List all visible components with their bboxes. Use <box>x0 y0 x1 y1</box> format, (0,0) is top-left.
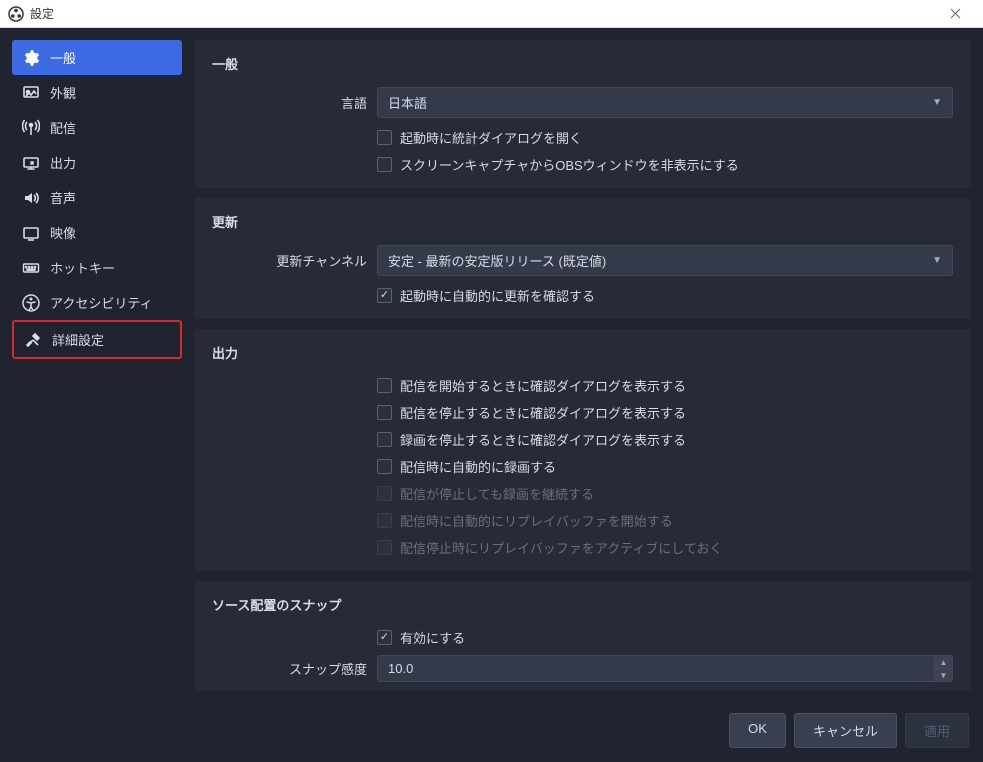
section-title: 更新 <box>212 212 953 231</box>
spinbox-down-button[interactable]: ▼ <box>934 669 952 681</box>
checkbox-label[interactable]: 配信を開始するときに確認ダイアログを表示する <box>400 376 686 395</box>
footer: OK キャンセル 適用 <box>0 703 983 762</box>
sidebar-item-appearance[interactable]: 外観 <box>12 75 182 110</box>
sidebar-item-label: 出力 <box>50 153 76 172</box>
checkbox-keep-replay-active-on-stop <box>377 540 392 555</box>
appearance-icon <box>22 84 40 102</box>
sidebar-item-label: 一般 <box>50 48 76 67</box>
close-button[interactable] <box>935 0 975 28</box>
sidebar-item-hotkeys[interactable]: ホットキー <box>12 250 182 285</box>
section-snapping: ソース配置のスナップ 有効にする スナップ感度 10.0 ▲ ▼ <box>194 581 971 691</box>
sidebar: 一般 外観 配信 出力 音声 映像 <box>12 40 182 691</box>
checkbox-stats-on-startup[interactable] <box>377 130 392 145</box>
video-icon <box>22 224 40 242</box>
section-general: 一般 言語 日本語 ▼ 起動時に統計ダイアログを開く <box>194 40 971 188</box>
sidebar-item-audio[interactable]: 音声 <box>12 180 182 215</box>
sidebar-item-output[interactable]: 出力 <box>12 145 182 180</box>
sidebar-item-stream[interactable]: 配信 <box>12 110 182 145</box>
checkbox-auto-record-on-stream[interactable] <box>377 459 392 474</box>
checkbox-label: 配信が停止しても録画を継続する <box>400 484 594 503</box>
sidebar-item-label: ホットキー <box>50 258 115 277</box>
update-channel-label: 更新チャンネル <box>212 251 367 270</box>
checkbox-confirm-stream-start[interactable] <box>377 378 392 393</box>
checkbox-label[interactable]: 配信時に自動的に録画する <box>400 457 556 476</box>
section-title: 出力 <box>212 343 953 362</box>
language-label: 言語 <box>212 93 367 112</box>
cancel-button[interactable]: キャンセル <box>794 713 897 748</box>
accessibility-icon <box>22 294 40 312</box>
output-icon <box>22 154 40 172</box>
spinbox-up-button[interactable]: ▲ <box>934 656 952 669</box>
section-title: ソース配置のスナップ <box>212 595 953 614</box>
section-output: 出力 配信を開始するときに確認ダイアログを表示する 配信を停止するときに確認ダイ… <box>194 329 971 571</box>
checkbox-label[interactable]: 起動時に自動的に更新を確認する <box>400 286 595 305</box>
sidebar-item-label: 配信 <box>50 118 76 137</box>
checkbox-confirm-record-stop[interactable] <box>377 432 392 447</box>
select-value: 安定 - 最新の安定版リリース (既定値) <box>388 251 606 270</box>
language-select[interactable]: 日本語 ▼ <box>377 87 953 118</box>
close-icon <box>950 8 961 19</box>
section-title: 一般 <box>212 54 953 73</box>
update-channel-select[interactable]: 安定 - 最新の安定版リリース (既定値) ▼ <box>377 245 953 276</box>
checkbox-label: 配信停止時にリプレイバッファをアクティブにしておく <box>400 538 723 557</box>
sidebar-item-advanced[interactable]: 詳細設定 <box>12 320 182 359</box>
sidebar-item-accessibility[interactable]: アクセシビリティ <box>12 285 182 320</box>
tools-icon <box>24 331 42 349</box>
sidebar-item-label: 詳細設定 <box>52 330 104 349</box>
sidebar-item-video[interactable]: 映像 <box>12 215 182 250</box>
sidebar-item-label: 映像 <box>50 223 76 242</box>
ok-button[interactable]: OK <box>729 713 786 748</box>
apply-button: 適用 <box>905 713 969 748</box>
app-icon <box>8 6 24 22</box>
checkbox-label: 配信時に自動的にリプレイバッファを開始する <box>400 511 673 530</box>
main-panel: 一般 言語 日本語 ▼ 起動時に統計ダイアログを開く <box>194 40 971 691</box>
checkbox-label[interactable]: 起動時に統計ダイアログを開く <box>400 128 582 147</box>
keyboard-icon <box>22 259 40 277</box>
checkbox-label[interactable]: 録画を停止するときに確認ダイアログを表示する <box>400 430 686 449</box>
snap-sensitivity-spinbox[interactable]: 10.0 ▲ ▼ <box>377 655 953 682</box>
checkbox-auto-replay-on-stream <box>377 513 392 528</box>
section-update: 更新 更新チャンネル 安定 - 最新の安定版リリース (既定値) ▼ 起動時に自… <box>194 198 971 319</box>
checkbox-label[interactable]: 配信を停止するときに確認ダイアログを表示する <box>400 403 686 422</box>
select-value: 日本語 <box>388 93 427 112</box>
titlebar: 設定 <box>0 0 983 28</box>
gear-icon <box>22 49 40 67</box>
checkbox-confirm-stream-stop[interactable] <box>377 405 392 420</box>
chevron-down-icon: ▼ <box>932 97 942 108</box>
checkbox-check-updates-on-startup[interactable] <box>377 288 392 303</box>
sidebar-item-label: 音声 <box>50 188 76 207</box>
window-title: 設定 <box>30 5 935 22</box>
sidebar-item-label: アクセシビリティ <box>50 293 153 312</box>
audio-icon <box>22 189 40 207</box>
checkbox-snapping-enable[interactable] <box>377 630 392 645</box>
snap-sensitivity-label: スナップ感度 <box>212 659 367 678</box>
antenna-icon <box>22 119 40 137</box>
chevron-down-icon: ▼ <box>932 255 942 266</box>
sidebar-item-label: 外観 <box>50 83 76 102</box>
checkbox-label[interactable]: 有効にする <box>400 628 465 647</box>
checkbox-keep-record-on-stream-stop <box>377 486 392 501</box>
sidebar-item-general[interactable]: 一般 <box>12 40 182 75</box>
checkbox-label[interactable]: スクリーンキャプチャからOBSウィンドウを非表示にする <box>400 155 739 174</box>
spinbox-value[interactable]: 10.0 <box>378 656 934 681</box>
checkbox-hide-obs-from-capture[interactable] <box>377 157 392 172</box>
